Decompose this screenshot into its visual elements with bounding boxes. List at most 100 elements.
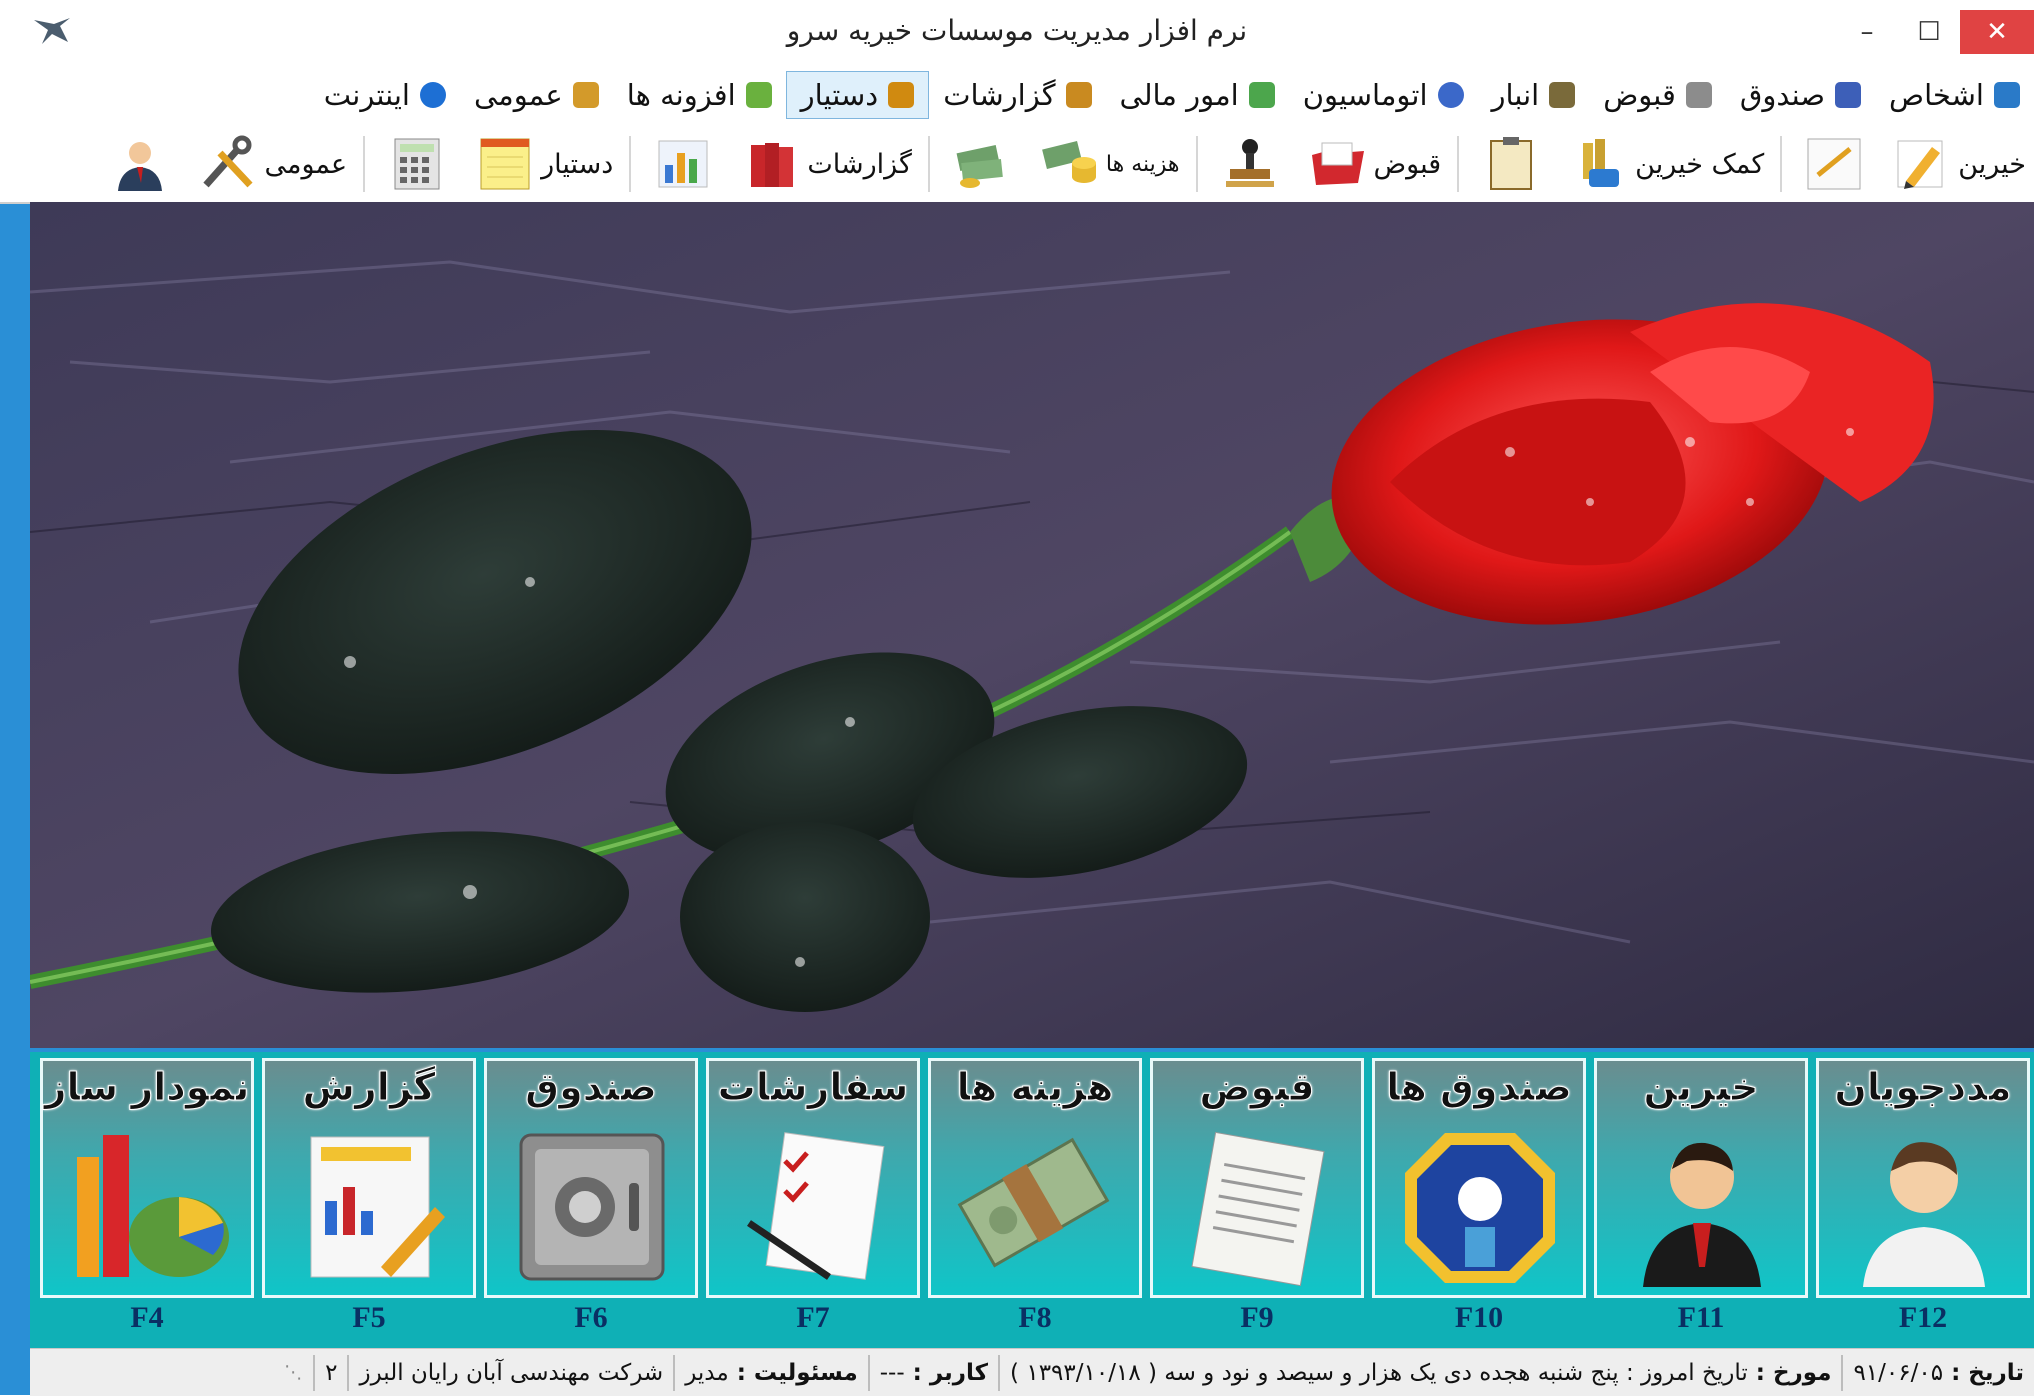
toolbar-separator xyxy=(1780,136,1783,192)
menu-item-reports[interactable]: گزارشات xyxy=(929,70,1105,120)
key-hint-expenses: F8 xyxy=(1018,1301,1052,1334)
menu-item-general[interactable]: عمومی xyxy=(460,70,613,120)
menu-item-internet[interactable]: اینترنت xyxy=(310,70,460,120)
toolbar-reports-button[interactable]: گزارشات xyxy=(727,129,920,199)
toolbar-assistant-button[interactable]: دستیار xyxy=(461,129,621,199)
toolbar-donor-help-button[interactable]: کمک خیرین xyxy=(1555,129,1772,199)
status-bar: تاریخ :۹۱/۰۶/۰۵ مورخ : تاریخ امروز : پنج … xyxy=(30,1348,2034,1396)
toolbar-stamp-button[interactable] xyxy=(1206,129,1294,199)
key-hint-donors: F11 xyxy=(1677,1301,1725,1334)
tile-clients[interactable]: مددجویان xyxy=(1816,1058,2030,1298)
toolbar-cash-button[interactable] xyxy=(938,129,1026,199)
clipboard-icon xyxy=(1490,137,1533,190)
ruler-icon xyxy=(1807,138,1861,190)
tile-receipts[interactable]: قبوض xyxy=(1150,1058,1364,1298)
cash-icon xyxy=(956,145,1003,188)
tile-donors[interactable]: خیرین xyxy=(1594,1058,1808,1298)
key-hint-clients: F12 xyxy=(1898,1301,1948,1334)
close-button[interactable]: ✕ xyxy=(1960,10,2034,54)
general-icon xyxy=(572,82,599,108)
addons-icon xyxy=(745,82,772,108)
reports-icon xyxy=(1065,82,1092,108)
menu-item-assistant[interactable]: دستیار xyxy=(785,71,930,119)
notepad-icon xyxy=(480,138,530,190)
status-date: تاریخ :۹۱/۰۶/۰۵ xyxy=(1841,1354,2034,1391)
toolbar-user-button[interactable] xyxy=(96,129,184,199)
toolbar-separator xyxy=(1195,136,1198,192)
toolbar-separator xyxy=(629,136,632,192)
charity-box-icon xyxy=(1835,82,1862,108)
shortcut-tiles: مددجویان خیرین صندوق ها قبوض هزینه ها سف… xyxy=(30,1052,2034,1308)
rose-illustration xyxy=(30,202,2034,1048)
charity-box-icon xyxy=(1405,1133,1555,1283)
title-bar: نرم افزار مدیریت موسسات خیریه سرو – ☐ ✕ xyxy=(0,0,2034,65)
user-icon xyxy=(118,142,163,191)
menu-item-addons[interactable]: افزونه ها xyxy=(613,70,786,120)
donation-icon xyxy=(1583,139,1620,187)
toolbar-general-button[interactable]: عمومی xyxy=(184,129,355,199)
calculator-icon xyxy=(394,138,440,190)
binders-icon xyxy=(751,143,794,187)
app-window: نرم افزار مدیریت موسسات خیریه سرو – ☐ ✕ … xyxy=(0,0,2034,1396)
menu-item-fund[interactable]: صندوق xyxy=(1726,70,1875,120)
menu-bar: اشخاص صندوق قبوض انبار اتوماسیون امور ما… xyxy=(0,64,2034,126)
status-today: مورخ : تاریخ امروز : پنج شنبه هجده دی یک … xyxy=(998,1354,1841,1391)
toolbar-clipboard-button[interactable] xyxy=(1467,129,1555,199)
menu-item-automation[interactable]: اتوماسیون xyxy=(1289,70,1478,120)
receipt-icon xyxy=(1685,82,1712,108)
key-hint-chart-builder: F4 xyxy=(130,1301,164,1334)
tile-safe[interactable]: صندوق xyxy=(484,1058,698,1298)
pencil-icon xyxy=(1897,140,1943,189)
minimize-button[interactable]: – xyxy=(1836,10,1898,54)
status-company: شرکت مهندسی آبان رایان البرز xyxy=(347,1354,673,1391)
maximize-button[interactable]: ☐ xyxy=(1898,10,1960,54)
key-hint-orders: F7 xyxy=(796,1301,830,1334)
automation-icon xyxy=(1437,82,1464,108)
toolbar-separator xyxy=(1457,136,1460,192)
function-key-row: F12 F11 F10 F9 F8 F7 F6 F5 F4 xyxy=(30,1298,2034,1350)
tile-charity-boxes[interactable]: صندوق ها xyxy=(1372,1058,1586,1298)
menu-item-people[interactable]: اشخاص xyxy=(1875,70,2034,120)
internet-explorer-icon xyxy=(419,82,446,108)
assistant-icon xyxy=(888,82,915,108)
bar-chart-icon xyxy=(658,140,708,188)
status-page: ۲ xyxy=(313,1354,347,1391)
toolbar-separator xyxy=(363,136,366,192)
tile-expenses[interactable]: هزینه ها xyxy=(928,1058,1142,1298)
tile-report[interactable]: گزارش xyxy=(262,1058,476,1298)
toolbar-receipts-button[interactable]: قبوض xyxy=(1294,129,1450,199)
warehouse-icon xyxy=(1549,82,1576,108)
scroll-icon xyxy=(1191,1131,1325,1287)
menu-item-receipts[interactable]: قبوض xyxy=(1589,70,1726,120)
toolbar-separator xyxy=(927,136,930,192)
toolbar: خیرین کمک خیرین قبوض هزینه ها گزارشات دس… xyxy=(0,126,2034,204)
resize-grip-icon[interactable]: ⋰ xyxy=(273,1362,313,1383)
tile-chart-builder[interactable]: نمودار ساز xyxy=(40,1058,254,1298)
toolbar-chart-button[interactable] xyxy=(639,129,727,199)
tools-icon xyxy=(203,135,254,188)
chart-builder-icon xyxy=(77,1135,229,1277)
key-hint-safe: F6 xyxy=(574,1301,608,1334)
toolbar-expenses-button[interactable]: هزینه ها xyxy=(1026,129,1188,199)
background-rose-image xyxy=(30,202,2034,1048)
toolbar-donors-button[interactable]: خیرین xyxy=(1878,129,2034,199)
client-icon xyxy=(1863,1142,1985,1287)
donor-icon xyxy=(1643,1142,1761,1287)
toolbar-ruler-button[interactable] xyxy=(1790,129,1878,199)
stamp-icon xyxy=(1225,139,1274,187)
key-hint-charity-boxes: F10 xyxy=(1454,1301,1504,1334)
key-hint-receipts: F9 xyxy=(1240,1301,1274,1334)
window-controls: – ☐ ✕ xyxy=(1836,10,2034,54)
status-role: مسئولیت : مدیر xyxy=(673,1354,868,1391)
key-hint-report: F5 xyxy=(352,1301,386,1334)
toolbar-calculator-button[interactable] xyxy=(373,129,461,199)
menu-item-finance[interactable]: امور مالی xyxy=(1106,70,1289,120)
tile-orders[interactable]: سفارشات xyxy=(706,1058,920,1298)
status-user: کاربر : --- xyxy=(867,1354,998,1391)
checklist-icon xyxy=(747,1132,885,1280)
menu-item-warehouse[interactable]: انبار xyxy=(1478,70,1590,120)
open-folder-icon xyxy=(1311,142,1364,185)
people-icon xyxy=(1994,82,2020,108)
window-title: نرم افزار مدیریت موسسات خیریه سرو xyxy=(786,14,1248,47)
banknotes-icon xyxy=(957,1137,1110,1268)
